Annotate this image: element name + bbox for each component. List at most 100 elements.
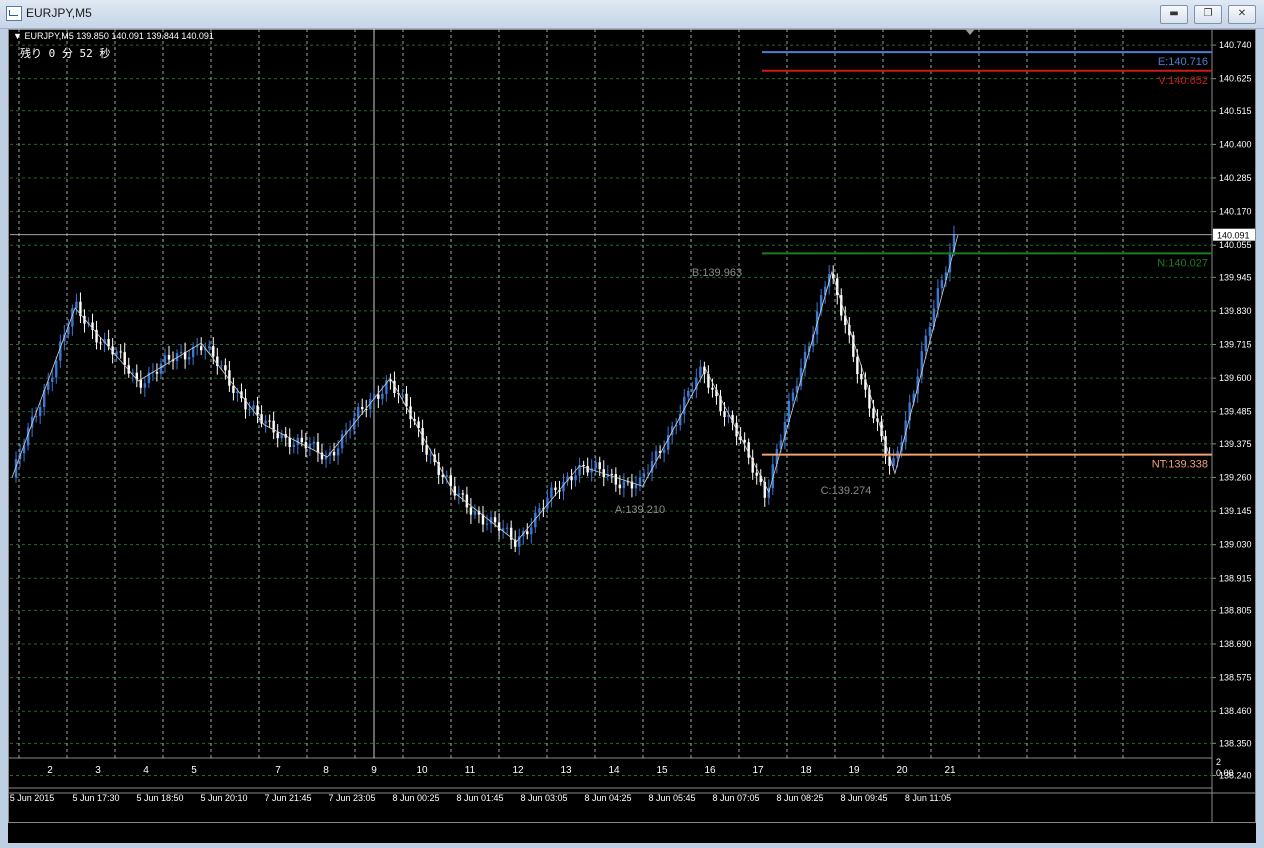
indicator-scale-label: 2 xyxy=(1216,757,1221,767)
chart-window: EURJPY,M5 ▬ ❐ ✕ 140.740 140.625 140.515 140… xyxy=(0,0,1264,848)
window-title: EURJPY,M5 xyxy=(26,6,92,20)
candle-body xyxy=(99,342,102,344)
current-price-label: 140.091 xyxy=(1217,231,1250,241)
candle-body xyxy=(662,449,666,453)
indicator-tick-label: 13 xyxy=(560,765,572,776)
indicator-tick-label: 2 xyxy=(47,765,53,776)
chart-shift-marker-icon xyxy=(965,29,975,35)
candle-body xyxy=(473,511,477,515)
price-tick-label: 140.055 xyxy=(1219,240,1252,250)
candle-body xyxy=(872,408,875,419)
price-tick-label: 138.460 xyxy=(1219,706,1252,716)
chart-canvas[interactable]: 140.740 140.625 140.515 140.400 140.285 140.1… xyxy=(8,29,1256,823)
candle-body xyxy=(256,405,259,415)
candle-body xyxy=(449,475,452,487)
candle-body xyxy=(642,473,646,478)
price-tick-label: 139.945 xyxy=(1219,272,1252,282)
candle-body xyxy=(497,522,501,531)
candle-body xyxy=(646,472,650,474)
price-tick-label: 138.690 xyxy=(1219,639,1252,649)
restore-button[interactable]: ❐ xyxy=(1194,5,1222,24)
candle-body xyxy=(276,432,279,439)
candle-body xyxy=(574,475,577,481)
indicator-tick-label: 10 xyxy=(416,765,428,776)
point-label: C:139.274 xyxy=(821,485,872,497)
candle-body xyxy=(199,346,203,351)
candle-body xyxy=(143,383,147,388)
candle-body xyxy=(272,420,275,433)
candle-body xyxy=(554,487,557,491)
candle-body xyxy=(167,355,171,360)
candle-body xyxy=(924,335,928,352)
time-tick-label: 5 Jun 20:10 xyxy=(200,793,247,803)
price-tick-label: 140.285 xyxy=(1219,173,1252,183)
candle-body xyxy=(550,487,553,499)
level-label: NT:139.338 xyxy=(1152,459,1208,471)
time-tick-label: 8 Jun 07:05 xyxy=(712,793,759,803)
indicator-scale-label: 0.00 xyxy=(1216,768,1234,778)
candle-body xyxy=(268,420,271,422)
candle-body xyxy=(179,351,183,354)
candle-body xyxy=(699,366,702,378)
point-label: B:139.963 xyxy=(692,267,742,279)
candle-body xyxy=(55,360,58,378)
time-tick-label: 8 Jun 11:05 xyxy=(905,793,951,803)
candle-body xyxy=(300,437,304,443)
candle-body xyxy=(530,527,533,535)
candle-body xyxy=(401,393,404,395)
candle-body xyxy=(381,393,384,399)
dropdown-triangle-icon[interactable]: ▼ xyxy=(13,31,22,41)
indicator-tick-label: 12 xyxy=(512,765,524,776)
candle-body xyxy=(856,356,859,375)
candle-body xyxy=(493,517,497,523)
candle-body xyxy=(155,372,159,374)
time-tick-label: 5 Jun 17:30 xyxy=(72,793,119,803)
candle-body xyxy=(711,387,714,390)
title-bar[interactable]: EURJPY,M5 ▬ ❐ ✕ xyxy=(0,0,1264,29)
candle-body xyxy=(220,365,223,367)
price-tick-label: 139.600 xyxy=(1219,373,1252,383)
candle-body xyxy=(860,374,863,380)
price-tick-label: 138.805 xyxy=(1219,605,1252,615)
candle-body xyxy=(304,442,308,449)
candle-body xyxy=(723,411,726,418)
candle-body xyxy=(610,473,614,475)
candle-body xyxy=(316,441,320,453)
candle-body xyxy=(224,365,227,371)
candle-body xyxy=(425,445,428,455)
level-label: E:140.716 xyxy=(1158,56,1208,68)
price-tick-label: 140.400 xyxy=(1219,139,1252,149)
candle-body xyxy=(139,379,143,388)
time-tick-label: 8 Jun 00:25 xyxy=(392,793,439,803)
time-tick-label: 8 Jun 03:05 xyxy=(520,793,567,803)
minimize-button[interactable]: ▬ xyxy=(1160,5,1188,24)
candle-body xyxy=(614,474,618,485)
price-tick-label: 138.915 xyxy=(1219,573,1252,583)
level-label: N:140.027 xyxy=(1157,257,1208,269)
candle-body xyxy=(445,475,448,477)
candle-body xyxy=(743,439,746,443)
candle-body xyxy=(119,351,122,353)
close-button[interactable]: ✕ xyxy=(1228,5,1256,24)
candle-body xyxy=(336,448,340,456)
symbol-info: ▼ EURJPY,M5 139.850 140.091 139.844 140.… xyxy=(13,31,214,41)
time-tick-label: 5 Jun 18:50 xyxy=(136,793,183,803)
candle-body xyxy=(75,301,78,309)
price-chart[interactable]: 140.740 140.625 140.515 140.400 140.285 140.1… xyxy=(8,29,1256,823)
candle-body xyxy=(123,352,126,366)
price-tick-label: 139.145 xyxy=(1219,506,1252,516)
candle-body xyxy=(340,434,344,449)
candle-body xyxy=(687,391,690,397)
candle-body xyxy=(280,434,283,439)
candle-body xyxy=(485,523,489,525)
candle-body xyxy=(634,484,638,489)
indicator-tick-label: 7 xyxy=(275,765,281,776)
candle-body xyxy=(252,405,255,409)
candle-body xyxy=(526,531,529,535)
chart-frame xyxy=(8,29,1256,823)
indicator-tick-label: 8 xyxy=(323,765,329,776)
candle-body xyxy=(936,288,940,309)
candle-body xyxy=(187,357,191,360)
candle-body xyxy=(892,458,895,466)
time-tick-label: 8 Jun 05:45 xyxy=(648,793,695,803)
